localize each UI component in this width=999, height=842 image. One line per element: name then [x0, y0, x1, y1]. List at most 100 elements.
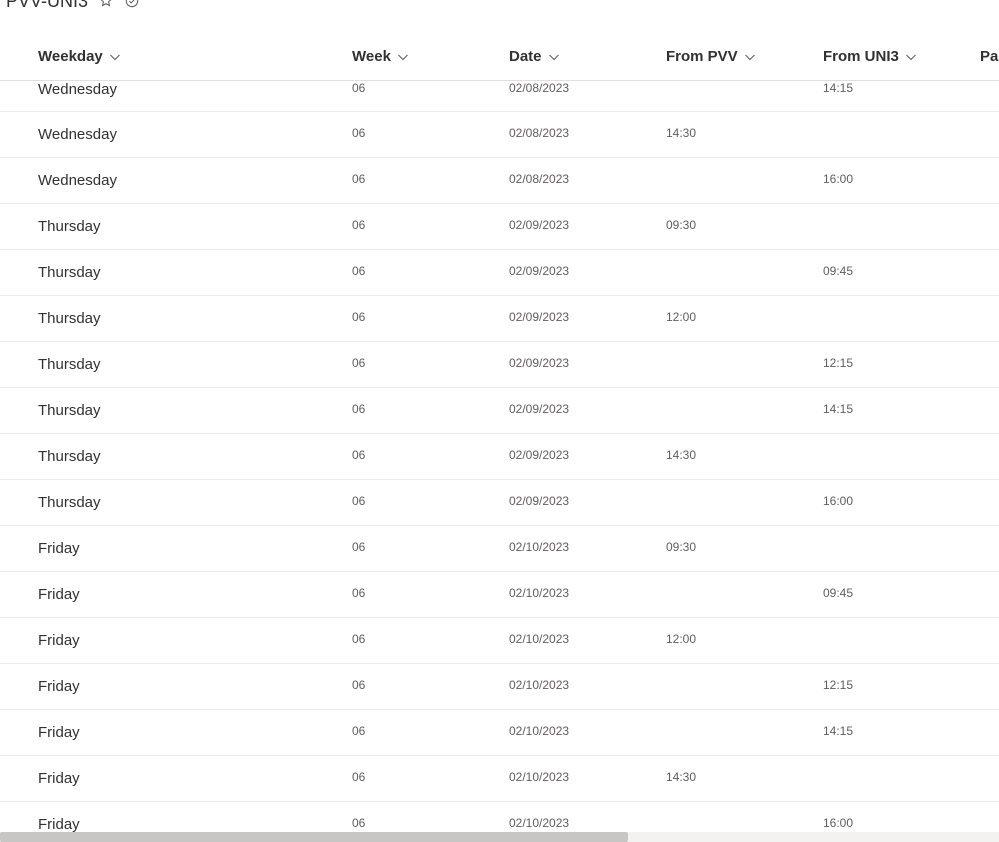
list-grid: Weekday Week Date From PVV From UNI3 Pa … [0, 34, 999, 842]
cell-from-uni3: 14:15 [823, 81, 854, 95]
list-title-bar: ıl PVV-UNI3 [0, 0, 140, 12]
cell-weekday: Thursday [38, 494, 101, 511]
table-row[interactable]: Friday 06 02/10/2023 12:00 [0, 618, 999, 664]
cell-week: 06 [352, 770, 366, 784]
table-row[interactable]: Friday 06 02/10/2023 12:15 [0, 664, 999, 710]
table-row[interactable]: Friday 06 02/10/2023 09:45 [0, 572, 999, 618]
check-circle-icon[interactable] [124, 0, 140, 9]
column-header-from-uni3[interactable]: From UNI3 [823, 48, 917, 65]
table-row[interactable]: Wednesday 06 02/08/2023 14:30 [0, 112, 999, 158]
column-header-date[interactable]: Date [509, 48, 560, 65]
cell-date: 02/09/2023 [509, 356, 570, 370]
cell-week: 06 [352, 218, 366, 232]
cell-date: 02/09/2023 [509, 310, 570, 324]
cell-date: 02/08/2023 [509, 126, 570, 140]
cell-week: 06 [352, 816, 366, 830]
chevron-down-icon [548, 51, 560, 63]
cell-weekday: Thursday [38, 218, 101, 235]
column-header-label: From PVV [666, 48, 738, 65]
cell-week: 06 [352, 81, 366, 95]
table-row[interactable]: Thursday 06 02/09/2023 14:15 [0, 388, 999, 434]
cell-from-uni3: 09:45 [823, 586, 854, 600]
cell-date: 02/10/2023 [509, 540, 570, 554]
chevron-down-icon [744, 51, 756, 63]
cell-from-uni3: 16:00 [823, 494, 854, 508]
list-page: ıl PVV-UNI3 Weekday Week Date From PVV F… [0, 0, 999, 842]
column-header-row: Weekday Week Date From PVV From UNI3 Pa [0, 34, 999, 81]
horizontal-scrollbar[interactable] [0, 832, 999, 842]
table-row[interactable]: Friday 06 02/10/2023 14:15 [0, 710, 999, 756]
cell-weekday: Thursday [38, 402, 101, 419]
cell-date: 02/10/2023 [509, 724, 570, 738]
cell-weekday: Wednesday [38, 81, 117, 98]
column-header-weekday[interactable]: Weekday [38, 48, 121, 65]
cell-weekday: Thursday [38, 448, 101, 465]
cell-date: 02/09/2023 [509, 448, 570, 462]
cell-weekday: Friday [38, 632, 80, 649]
cell-week: 06 [352, 402, 366, 416]
chevron-down-icon [109, 51, 121, 63]
cell-weekday: Friday [38, 678, 80, 695]
table-row[interactable]: Wednesday 06 02/08/2023 14:15 [0, 81, 999, 112]
column-header-label: Date [509, 48, 542, 65]
chevron-down-icon [397, 51, 409, 63]
table-row[interactable]: Friday 06 02/10/2023 14:30 [0, 756, 999, 802]
cell-weekday: Thursday [38, 310, 101, 327]
table-row[interactable]: Thursday 06 02/09/2023 16:00 [0, 480, 999, 526]
cell-week: 06 [352, 448, 366, 462]
chevron-down-icon [905, 51, 917, 63]
cell-from-uni3: 16:00 [823, 172, 854, 186]
cell-date: 02/10/2023 [509, 816, 570, 830]
cell-week: 06 [352, 494, 366, 508]
cell-weekday: Wednesday [38, 172, 117, 189]
table-row[interactable]: Thursday 06 02/09/2023 09:45 [0, 250, 999, 296]
column-header-label: Weekday [38, 48, 103, 65]
cell-week: 06 [352, 126, 366, 140]
scrollbar-thumb[interactable] [0, 832, 628, 842]
cell-from-uni3: 14:15 [823, 724, 854, 738]
cell-date: 02/09/2023 [509, 264, 570, 278]
cell-from-uni3: 16:00 [823, 816, 854, 830]
cell-weekday: Friday [38, 586, 80, 603]
cell-date: 02/10/2023 [509, 586, 570, 600]
cell-week: 06 [352, 310, 366, 324]
cell-weekday: Friday [38, 540, 80, 557]
cell-week: 06 [352, 540, 366, 554]
cell-week: 06 [352, 264, 366, 278]
cell-date: 02/10/2023 [509, 632, 570, 646]
cell-weekday: Thursday [38, 356, 101, 373]
list-rows: Wednesday 06 02/08/2023 14:15 Wednesday 06 02/… [0, 81, 999, 842]
cell-weekday: Friday [38, 770, 80, 787]
cell-from-pvv: 09:30 [666, 218, 697, 232]
cell-from-pvv: 09:30 [666, 540, 697, 554]
column-header-week[interactable]: Week [352, 48, 409, 65]
cell-date: 02/09/2023 [509, 494, 570, 508]
cell-week: 06 [352, 632, 366, 646]
table-row[interactable]: Thursday 06 02/09/2023 12:00 [0, 296, 999, 342]
column-header-label: Pas [980, 48, 999, 65]
cell-from-pvv: 12:00 [666, 632, 697, 646]
cell-from-pvv: 12:00 [666, 310, 697, 324]
table-row[interactable]: Thursday 06 02/09/2023 12:15 [0, 342, 999, 388]
table-row[interactable]: Wednesday 06 02/08/2023 16:00 [0, 158, 999, 204]
column-header-label: From UNI3 [823, 48, 899, 65]
table-row[interactable]: Friday 06 02/10/2023 09:30 [0, 526, 999, 572]
cell-date: 02/10/2023 [509, 770, 570, 784]
cell-weekday: Wednesday [38, 126, 117, 143]
cell-from-uni3: 12:15 [823, 356, 854, 370]
cell-weekday: Friday [38, 816, 80, 833]
column-header-from-pvv[interactable]: From PVV [666, 48, 756, 65]
cell-from-pvv: 14:30 [666, 448, 697, 462]
cell-date: 02/09/2023 [509, 218, 570, 232]
cell-from-pvv: 14:30 [666, 126, 697, 140]
column-header-label: Week [352, 48, 391, 65]
cell-weekday: Thursday [38, 264, 101, 281]
cell-week: 06 [352, 586, 366, 600]
cell-week: 06 [352, 356, 366, 370]
star-icon[interactable] [98, 0, 114, 9]
column-header-pas[interactable]: Pas [980, 48, 999, 65]
cell-from-uni3: 12:15 [823, 678, 854, 692]
cell-weekday: Friday [38, 724, 80, 741]
table-row[interactable]: Thursday 06 02/09/2023 09:30 [0, 204, 999, 250]
table-row[interactable]: Thursday 06 02/09/2023 14:30 [0, 434, 999, 480]
